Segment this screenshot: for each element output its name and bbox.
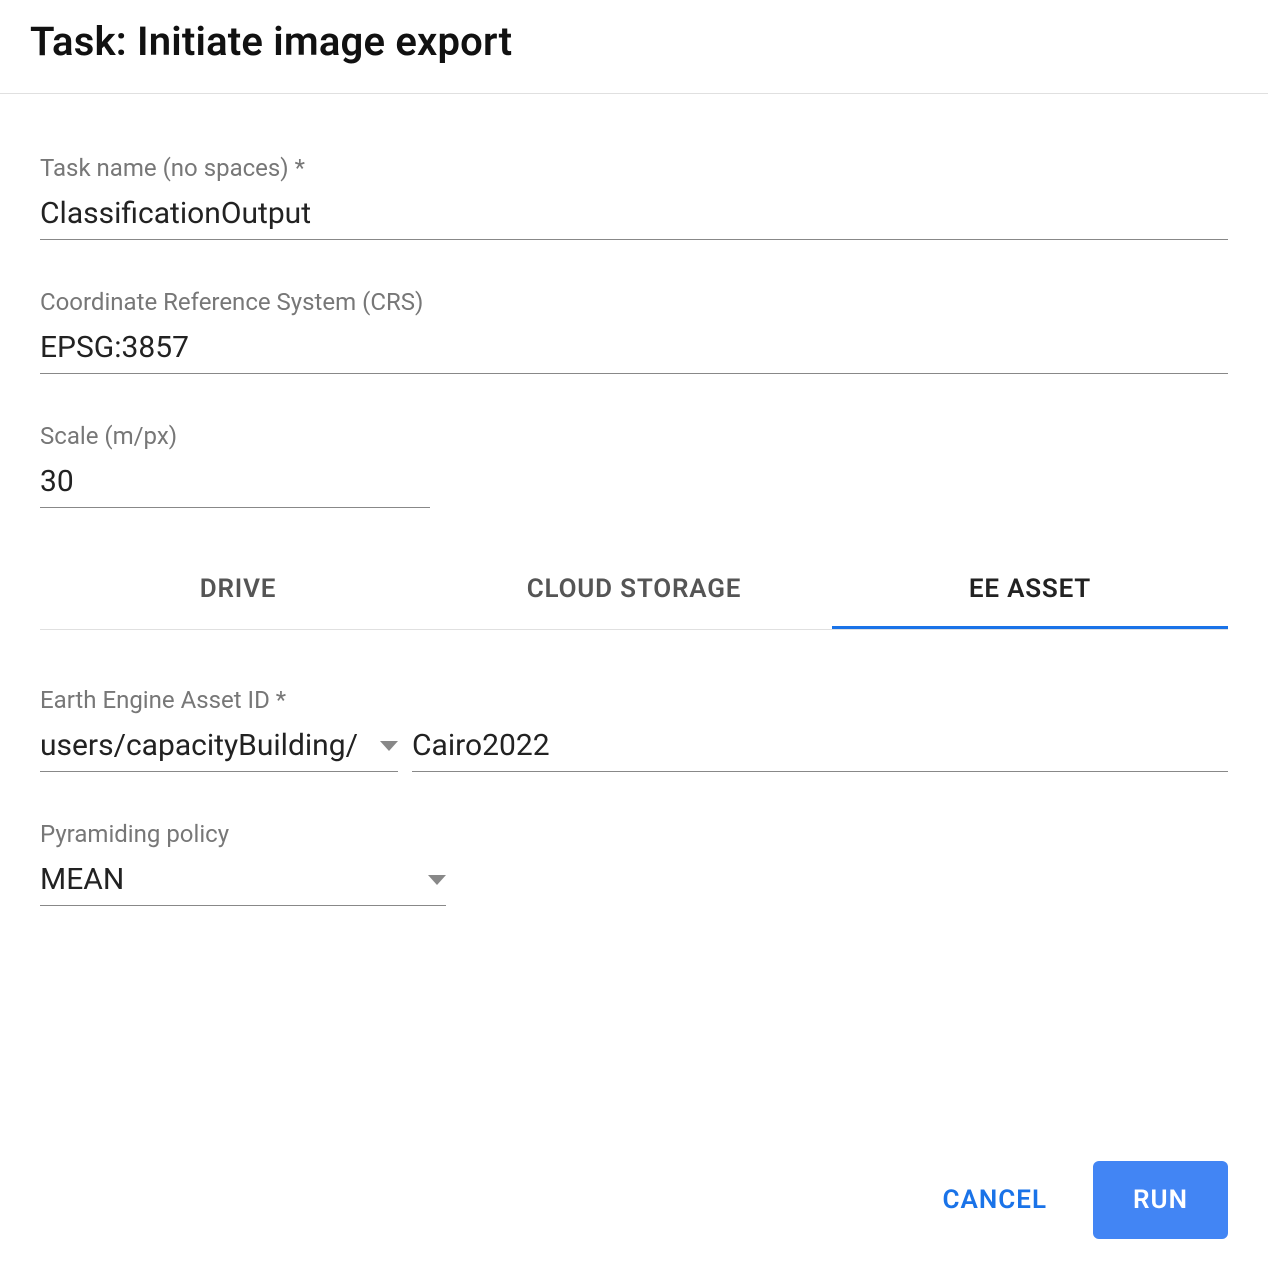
asset-path-value: users/capacityBuilding/ bbox=[40, 728, 372, 763]
crs-label: Coordinate Reference System (CRS) bbox=[40, 288, 1228, 316]
pyramid-label: Pyramiding policy bbox=[40, 820, 1228, 848]
tab-drive[interactable]: DRIVE bbox=[40, 556, 436, 629]
asset-name-input[interactable] bbox=[412, 724, 1228, 772]
asset-id-field: Earth Engine Asset ID * users/capacityBu… bbox=[40, 686, 1228, 772]
pyramid-value: MEAN bbox=[40, 862, 420, 897]
chevron-down-icon bbox=[428, 875, 446, 885]
tab-cloud-storage[interactable]: CLOUD STORAGE bbox=[436, 556, 832, 629]
scale-input[interactable] bbox=[40, 460, 430, 508]
dialog-header: Task: Initiate image export bbox=[0, 0, 1268, 94]
chevron-down-icon bbox=[380, 741, 398, 751]
pyramid-field: Pyramiding policy MEAN bbox=[40, 820, 1228, 906]
task-name-label: Task name (no spaces) * bbox=[40, 154, 1228, 182]
dialog-content: Task name (no spaces) * Coordinate Refer… bbox=[0, 94, 1268, 1161]
asset-path-select[interactable]: users/capacityBuilding/ bbox=[40, 724, 398, 772]
destination-tabs: DRIVE CLOUD STORAGE EE ASSET bbox=[40, 556, 1228, 630]
crs-input[interactable] bbox=[40, 326, 1228, 374]
tab-ee-asset[interactable]: EE ASSET bbox=[832, 556, 1228, 629]
export-dialog: Task: Initiate image export Task name (n… bbox=[0, 0, 1268, 1279]
pyramid-select[interactable]: MEAN bbox=[40, 858, 446, 906]
run-button[interactable]: RUN bbox=[1093, 1161, 1228, 1239]
dialog-title: Task: Initiate image export bbox=[30, 18, 1238, 65]
scale-label: Scale (m/px) bbox=[40, 422, 1228, 450]
scale-field: Scale (m/px) bbox=[40, 422, 1228, 508]
cancel-button[interactable]: CANCEL bbox=[927, 1167, 1063, 1233]
task-name-field: Task name (no spaces) * bbox=[40, 154, 1228, 240]
task-name-input[interactable] bbox=[40, 192, 1228, 240]
asset-id-label: Earth Engine Asset ID * bbox=[40, 686, 1228, 714]
crs-field: Coordinate Reference System (CRS) bbox=[40, 288, 1228, 374]
dialog-actions: CANCEL RUN bbox=[0, 1161, 1268, 1279]
